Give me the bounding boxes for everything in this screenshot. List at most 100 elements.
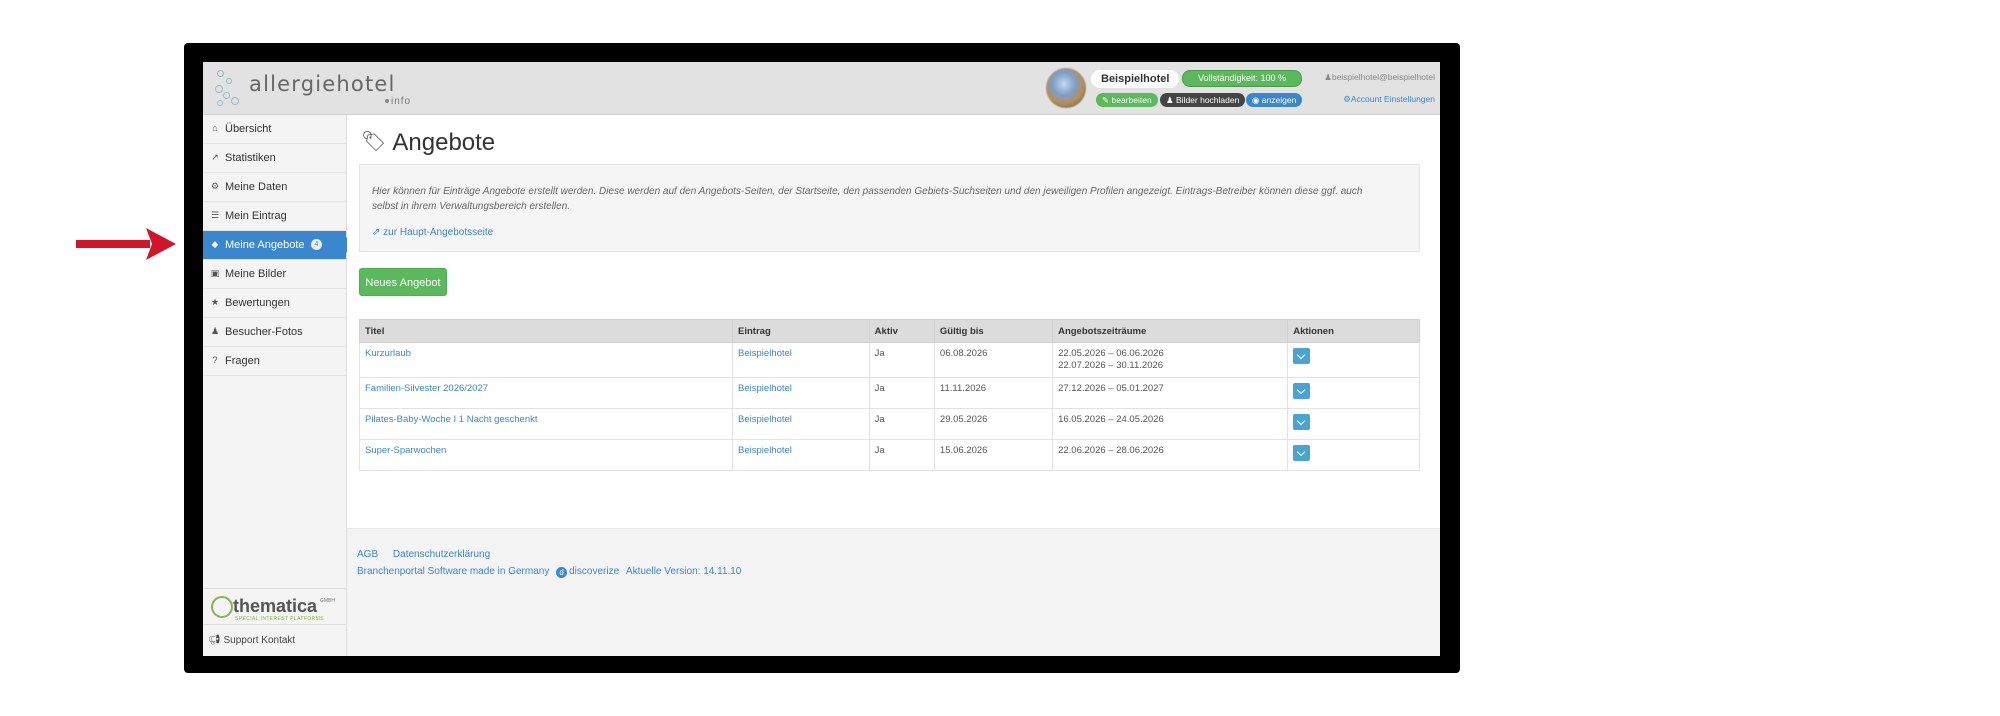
periods-cell: 22.05.2026 – 06.06.2026 22.07.2026 – 30.1… bbox=[1052, 342, 1289, 378]
periods-cell: 27.12.2026 – 05.01.2027 bbox=[1052, 377, 1289, 409]
support-contact-label: Support Kontakt bbox=[223, 635, 296, 646]
view-button[interactable]: ◉ anzeigen bbox=[1246, 93, 1303, 107]
user-email[interactable]: ♟beispielhotel@beispielhotel bbox=[1324, 72, 1435, 83]
offer-title-link[interactable]: Pilates-Baby-Woche I 1 Nacht geschenkt bbox=[365, 414, 538, 425]
sidebar-item-label: Statistiken bbox=[225, 152, 276, 164]
sidebar-item-meine-bilder[interactable]: ▣ Meine Bilder bbox=[203, 260, 346, 289]
sidebar-item-uebersicht[interactable]: ⌂ Übersicht bbox=[203, 115, 346, 144]
home-icon: ⌂ bbox=[212, 123, 218, 133]
chart-icon: ↗ bbox=[211, 152, 219, 162]
app-window: allergiehotel info Beispielhotel Vollstä… bbox=[203, 62, 1440, 656]
sidebar-item-label: Meine Daten bbox=[225, 181, 288, 193]
actions-dropdown-button[interactable] bbox=[1293, 445, 1311, 461]
thematica-suffix: GMBH bbox=[320, 598, 335, 604]
account-settings-link[interactable]: ⚙Account Einstellungen bbox=[1343, 94, 1435, 105]
actions-dropdown-button[interactable] bbox=[1293, 414, 1311, 430]
edit-button[interactable]: ✎ bearbeiten bbox=[1096, 93, 1158, 107]
page-title-text: Angebote bbox=[392, 129, 496, 156]
agb-link[interactable]: AGB bbox=[357, 549, 378, 560]
thematica-logo[interactable]: thematica GMBH SPECIAL INTEREST PLATFORM… bbox=[203, 588, 346, 625]
megaphone-icon: 📢︎ bbox=[208, 635, 221, 646]
user-icon: ♟ bbox=[1166, 95, 1174, 105]
sidebar-item-statistiken[interactable]: ↗ Statistiken bbox=[203, 144, 346, 173]
sidebar-item-label: Übersicht bbox=[225, 123, 272, 135]
active-cell: Ja bbox=[868, 377, 935, 409]
table-row: Super-Sparwochen Beispielhotel Ja 15.06.… bbox=[358, 439, 1420, 471]
main-offers-link-label: zur Haupt-Angebotsseite bbox=[383, 227, 494, 238]
made-in-germany-link[interactable]: Branchenportal Software made in Germany bbox=[357, 566, 549, 577]
support-contact-link[interactable]: 📢︎ Support Kontakt bbox=[203, 624, 346, 656]
upload-images-button[interactable]: ♟ Bilder hochladen bbox=[1160, 93, 1246, 107]
column-header-titel[interactable]: Titel bbox=[358, 319, 734, 343]
info-box: Hier können für Einträge Angebote erstel… bbox=[359, 164, 1420, 252]
gear-icon: ⚙ bbox=[210, 181, 220, 191]
red-arrow-annotation bbox=[76, 228, 176, 260]
sidebar-item-meine-daten[interactable]: ⚙ Meine Daten bbox=[203, 173, 346, 202]
active-cell: Ja bbox=[868, 439, 935, 471]
table-row: Familien-Silvester 2026/2027 Beispielhot… bbox=[358, 377, 1420, 409]
entry-link[interactable]: Beispielhotel bbox=[738, 383, 792, 394]
discoverize-icon: d bbox=[556, 567, 568, 578]
top-header: allergiehotel info Beispielhotel Vollstä… bbox=[203, 62, 1440, 115]
gear-icon: ⚙ bbox=[1343, 94, 1351, 104]
sidebar-item-bewertungen[interactable]: ★ Bewertungen bbox=[203, 289, 346, 318]
privacy-link[interactable]: Datenschutzerklärung bbox=[393, 549, 490, 560]
table-row: Pilates-Baby-Woche I 1 Nacht geschenkt B… bbox=[358, 408, 1420, 440]
logo-bubbles-icon bbox=[213, 68, 243, 108]
entry-link[interactable]: Beispielhotel bbox=[738, 348, 792, 359]
column-header-aktionen: Aktionen bbox=[1287, 319, 1420, 343]
edit-button-label: bearbeiten bbox=[1111, 95, 1152, 105]
thematica-tagline: SPECIAL INTEREST PLATFORMS bbox=[235, 616, 324, 622]
logo-wordmark: allergiehotel bbox=[249, 72, 396, 96]
table-header-row: Titel Eintrag Aktiv Gültig bis Angebotsz… bbox=[358, 319, 1420, 343]
sidebar-nav: ⌂ Übersicht ↗ Statistiken ⚙ Meine Daten … bbox=[203, 115, 354, 656]
camera-icon: ▣ bbox=[210, 268, 220, 278]
user-icon: ♟ bbox=[1324, 72, 1332, 82]
main-offers-link[interactable]: ⇗ zur Haupt-Angebotsseite bbox=[372, 227, 493, 238]
discoverize-link[interactable]: discoverize bbox=[569, 566, 619, 577]
thematica-wordmark: thematica bbox=[233, 596, 318, 616]
site-logo[interactable]: allergiehotel info bbox=[213, 68, 413, 110]
question-icon: ? bbox=[212, 355, 218, 365]
valid-until-cell: 15.06.2026 bbox=[933, 439, 1054, 471]
account-settings-label: Account Einstellungen bbox=[1350, 94, 1435, 104]
sidebar-item-mein-eintrag[interactable]: ☰ Mein Eintrag bbox=[203, 202, 346, 231]
sidebar-item-label: Meine Angebote bbox=[225, 239, 305, 251]
offer-title-link[interactable]: Kurzurlaub bbox=[365, 348, 411, 359]
user-icon: ♟ bbox=[210, 326, 220, 336]
column-header-aktiv[interactable]: Aktiv bbox=[868, 319, 935, 343]
info-text: Hier können für Einträge Angebote erstel… bbox=[372, 186, 1363, 212]
hotel-name-badge: Beispielhotel bbox=[1091, 70, 1180, 88]
column-header-gueltig-bis[interactable]: Gültig bis bbox=[933, 319, 1054, 343]
sidebar-item-label: Bewertungen bbox=[225, 297, 290, 309]
offer-title-link[interactable]: Familien-Silvester 2026/2027 bbox=[365, 383, 488, 394]
view-button-label: anzeigen bbox=[1261, 95, 1297, 105]
hotel-avatar[interactable] bbox=[1046, 68, 1086, 108]
column-header-angebotszeitraeume: Angebotszeiträume bbox=[1052, 319, 1289, 343]
offer-title-link[interactable]: Super-Sparwochen bbox=[365, 445, 446, 456]
upload-button-label: Bilder hochladen bbox=[1176, 95, 1240, 105]
periods-cell: 16.05.2026 – 24.05.2026 bbox=[1052, 408, 1289, 440]
entry-link[interactable]: Beispielhotel bbox=[738, 445, 792, 456]
column-header-eintrag[interactable]: Eintrag bbox=[732, 319, 870, 343]
completeness-bar: Vollständigkeit: 100 % bbox=[1182, 70, 1302, 87]
sidebar-item-meine-angebote[interactable]: ◆ Meine Angebote 4 bbox=[203, 231, 354, 260]
page-title: 🏷︎ Angebote bbox=[361, 129, 495, 157]
sidebar-item-fragen[interactable]: ? Fragen bbox=[203, 347, 346, 376]
sidebar-item-label: Meine Bilder bbox=[225, 268, 287, 280]
footer-credits: Branchenportal Software made in Germany … bbox=[357, 566, 741, 578]
entry-link[interactable]: Beispielhotel bbox=[738, 414, 792, 425]
actions-dropdown-button[interactable] bbox=[1293, 383, 1311, 399]
tag-icon: ◆ bbox=[211, 239, 219, 249]
list-icon: ☰ bbox=[210, 210, 220, 220]
period: 22.05.2026 – 06.06.2026 bbox=[1058, 348, 1164, 359]
table-row: Kurzurlaub Beispielhotel Ja 06.08.2026 2… bbox=[358, 342, 1420, 378]
logo-subtext: info bbox=[385, 96, 411, 107]
valid-until-cell: 11.11.2026 bbox=[933, 377, 1054, 409]
active-cell: Ja bbox=[868, 342, 935, 378]
actions-dropdown-button[interactable] bbox=[1293, 348, 1311, 364]
footer-links: AGB Datenschutzerklärung bbox=[357, 549, 502, 560]
count-badge: 4 bbox=[311, 239, 322, 250]
new-offer-button[interactable]: Neues Angebot bbox=[359, 268, 447, 296]
sidebar-item-besucher-fotos[interactable]: ♟ Besucher-Fotos bbox=[203, 318, 346, 347]
